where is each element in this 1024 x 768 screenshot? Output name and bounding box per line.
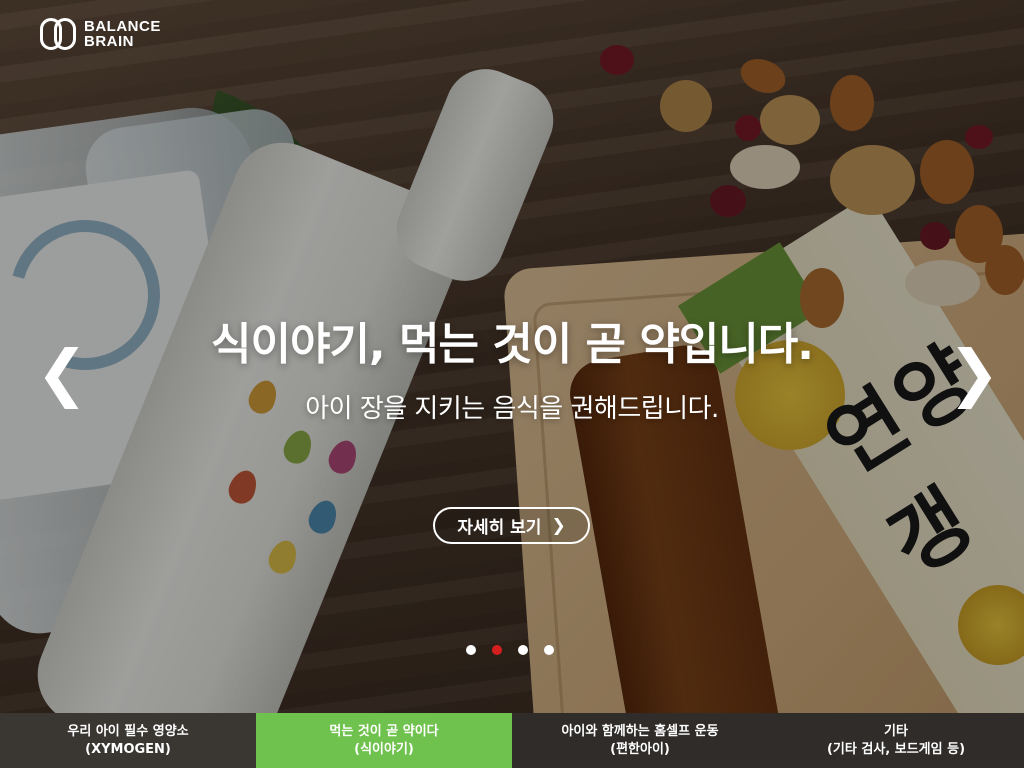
category-tab-title: 먹는 것이 곧 약이다: [329, 723, 439, 739]
pagination-dot[interactable]: [492, 645, 502, 655]
slide-pagination: [466, 645, 554, 655]
category-tab[interactable]: 기타 (기타 검사, 보드게임 등): [768, 713, 1024, 768]
view-details-label: 자세히 보기: [457, 518, 542, 538]
category-tab-title: 우리 아이 필수 영양소: [67, 723, 189, 739]
category-tab[interactable]: 아이와 함께하는 홈셀프 운동 (편한아이): [512, 713, 768, 768]
category-tab-subtitle: (편한아이): [610, 741, 670, 757]
pagination-dot[interactable]: [518, 645, 528, 655]
chevron-left-icon[interactable]: ❮: [36, 340, 88, 406]
category-tab[interactable]: 우리 아이 필수 영양소 (XYMOGEN): [0, 713, 256, 768]
pagination-dot[interactable]: [544, 645, 554, 655]
category-tab-subtitle: (XYMOGEN): [85, 741, 171, 757]
chevron-right-icon[interactable]: ❯: [948, 340, 1000, 406]
brand-name-line1: BALANCE: [84, 18, 161, 35]
category-tab-subtitle: (식이야기): [354, 741, 414, 757]
brand-name-line2: BRAIN: [84, 33, 134, 50]
chevron-right-icon: ❯: [551, 515, 566, 536]
pagination-dot[interactable]: [466, 645, 476, 655]
slide-headline: 식이야기, 먹는 것이 곧 약입니다.: [211, 319, 814, 370]
slide-subheadline: 아이 장을 지키는 음식을 권해드립니다.: [305, 394, 719, 424]
brand-logo[interactable]: BALANCE BRAIN: [40, 18, 161, 50]
brain-logo-icon: [40, 18, 78, 50]
category-tab-subtitle: (기타 검사, 보드게임 등): [826, 741, 966, 757]
category-tab-title: 아이와 함께하는 홈셀프 운동: [561, 723, 719, 739]
category-tab[interactable]: 먹는 것이 곧 약이다 (식이야기): [256, 713, 512, 768]
brand-name: BALANCE BRAIN: [84, 19, 161, 49]
view-details-button[interactable]: 자세히 보기 ❯: [433, 507, 590, 544]
category-tab-title: 기타: [884, 723, 908, 739]
category-tab-bar: 우리 아이 필수 영양소 (XYMOGEN) 먹는 것이 곧 약이다 (식이야기) 아이…: [0, 713, 1024, 768]
